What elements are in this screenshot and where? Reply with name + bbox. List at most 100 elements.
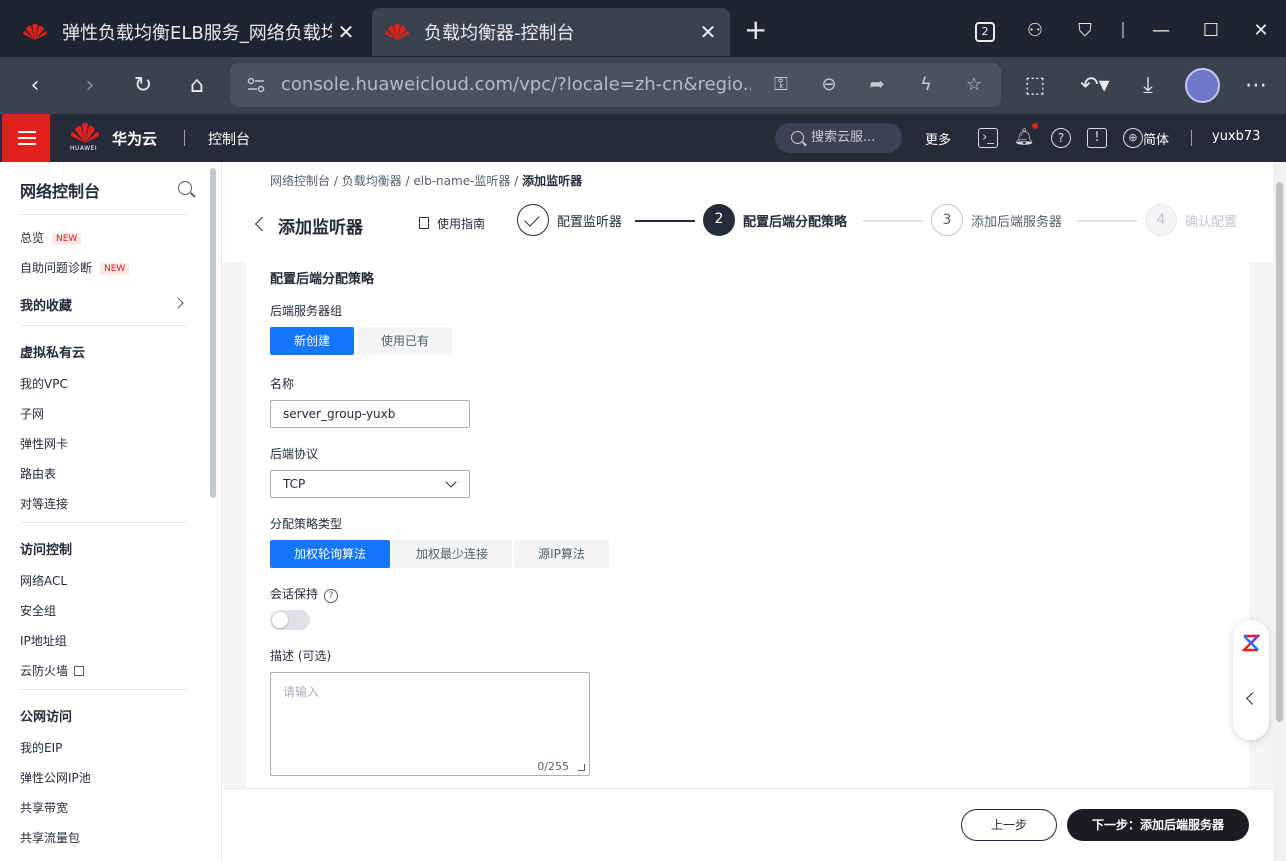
forward-arrow-icon[interactable]: › [72,69,108,105]
extensions-icon[interactable]: ⬚ [1017,69,1053,105]
back-arrow-icon[interactable]: ‹ [17,69,53,105]
description-label: 描述 (可选) [270,649,332,663]
sidebar-item-diagnosis[interactable]: 自助问题诊断 NEW [20,259,130,276]
sidebar-item-network-acl[interactable]: 网络ACL [20,572,67,589]
menu-dots-icon[interactable]: ⋯ [1238,69,1274,105]
breadcrumb-listeners[interactable]: elb-name-监听器 [413,174,510,188]
breadcrumb-load-balancers[interactable]: 负载均衡器 [342,174,402,188]
protocol-label: 后端协议 [270,447,319,461]
sidebar-item-eni[interactable]: 弹性网卡 [20,435,68,452]
minimize-icon[interactable]: — [1136,20,1186,41]
sidebar-item-security-group[interactable]: 安全组 [20,602,56,619]
sidebar-group-vpc[interactable]: 虚拟私有云 [20,342,85,361]
profile-avatar[interactable] [1185,68,1220,103]
more-menu[interactable]: 更多 [925,129,951,148]
name-input[interactable]: server_group-yuxb [270,400,470,428]
home-icon[interactable]: ⌂ [179,69,215,105]
huawei-favicon-icon [385,24,409,40]
globe-icon[interactable]: ⊕ [1123,128,1143,148]
search-icon[interactable] [178,181,192,195]
sidebar-item-shared-traffic[interactable]: 共享流量包 [20,829,80,846]
breadcrumb: 网络控制台 / 负载均衡器 / elb-name-监听器 / 添加监听器 [270,174,583,188]
description-textarea[interactable]: 请输入 0/255 [270,672,590,776]
sidebar-item-overview[interactable]: 总览 NEW [20,229,82,246]
language-switch[interactable]: 简体 [1143,129,1169,148]
sidebar-item-route-table[interactable]: 路由表 [20,465,56,482]
sidebar-item-peering[interactable]: 对等连接 [20,495,68,512]
url-text[interactable]: console.huaweicloud.com/vpc/?locale=zh-c… [281,74,751,95]
sidebar-item-my-vpc[interactable]: 我的VPC [20,375,68,392]
sidebar-item-cloud-firewall[interactable]: 云防火墙 [20,662,85,679]
site-settings-icon[interactable] [246,75,266,95]
tab-count-icon[interactable]: 2 [960,19,1010,42]
tab-close-icon[interactable]: ✕ [694,20,722,44]
undo-history-icon[interactable]: ↶▾ [1075,69,1115,105]
sidebar-item-ip-group[interactable]: IP地址组 [20,632,67,649]
download-icon[interactable]: ⤓ [1130,69,1166,105]
user-guide-link[interactable]: 使用指南 [419,215,485,232]
source-ip-button[interactable]: 源IP算法 [514,540,609,568]
key-icon[interactable]: ⚿ [768,72,794,98]
divider [1191,130,1192,146]
search-placeholder: 搜索云服... [811,130,876,145]
help-icon[interactable]: ? [324,589,339,603]
global-search-input[interactable]: 搜索云服... [775,123,902,153]
session-persistence-label: 会话保持? [270,585,339,603]
browser-tab-console[interactable]: 负载均衡器-控制台 ✕ [372,8,730,56]
close-window-icon[interactable]: ✕ [1236,20,1286,41]
reload-icon[interactable]: ↻ [125,69,161,105]
weighted-least-conn-button[interactable]: 加权最少连接 [392,540,512,568]
address-bar[interactable]: console.huaweicloud.com/vpc/?locale=zh-c… [230,63,1001,107]
next-step-button[interactable]: 下一步：添加后端服务器 [1067,809,1249,841]
notification-dot [1032,123,1038,129]
sidebar-item-shared-bandwidth[interactable]: 共享带宽 [20,799,68,816]
chevron-left-icon[interactable] [1246,692,1259,705]
tab-close-icon[interactable]: ✕ [332,20,360,44]
step-connector [1077,220,1137,222]
console-link[interactable]: 控制台 [208,129,250,149]
previous-step-button[interactable]: 上一步 [961,809,1057,841]
chevron-right-icon[interactable] [172,297,184,309]
cloud-shell-icon[interactable]: ›_ [978,128,998,148]
bell-icon[interactable]: 🔔︎ [1014,128,1034,148]
brand-name[interactable]: 华为云 [112,128,157,149]
sidebar-group-access-control[interactable]: 访问控制 [20,539,72,558]
new-tab-plus-icon[interactable]: + [744,16,767,44]
share-icon[interactable]: ➦ [864,72,890,98]
back-chevron-icon[interactable] [254,216,270,232]
protocol-select[interactable]: TCP [270,470,470,498]
sidebar-scrollbar[interactable] [210,168,216,498]
maximize-icon[interactable]: ☐ [1186,20,1236,41]
hamburger-menu-icon[interactable] [2,114,50,162]
bookmark-star-icon[interactable]: ☆ [961,72,987,98]
zoom-out-icon[interactable]: ⊖ [816,72,842,98]
floating-assistant-panel [1233,620,1269,740]
incognito-icon[interactable]: ⚇ [1010,20,1060,41]
algorithm-label: 分配策略类型 [270,517,343,531]
create-new-group-button[interactable]: 新创建 [270,327,354,355]
page-scrollbar[interactable] [1273,162,1286,861]
tab-title: 负载均衡器-控制台 [424,23,575,44]
scrollbar-thumb[interactable] [1276,182,1283,722]
use-existing-group-button[interactable]: 使用已有 [358,327,452,355]
assistant-logo-icon[interactable] [1242,634,1260,652]
shirt-icon[interactable]: ⛉ [1060,20,1110,41]
divider [1122,22,1124,38]
sidebar-group-public-access[interactable]: 公网访问 [20,706,72,725]
user-account[interactable]: yuxb73 [1212,129,1260,144]
huawei-favicon-icon [23,24,47,40]
lightning-icon[interactable]: ϟ [913,72,939,98]
resize-handle-icon[interactable] [578,764,585,771]
char-counter: 0/255 [537,760,569,773]
breadcrumb-network-console[interactable]: 网络控制台 [270,174,330,188]
sidebar-item-my-eip[interactable]: 我的EIP [20,739,62,756]
session-persistence-toggle[interactable] [270,610,310,630]
sidebar-item-subnet[interactable]: 子网 [20,405,44,422]
feedback-icon[interactable]: ! [1087,128,1107,148]
help-icon[interactable]: ? [1051,128,1071,148]
sidebar-item-eip-pool[interactable]: 弹性公网IP池 [20,769,91,786]
sidebar-favorites[interactable]: 我的收藏 [20,295,72,314]
weighted-round-robin-button[interactable]: 加权轮询算法 [270,540,390,568]
step-3: 3 [931,204,963,236]
browser-tab-elb-docs[interactable]: 弹性负载均衡ELB服务_网络负载均 ✕ [10,8,368,56]
